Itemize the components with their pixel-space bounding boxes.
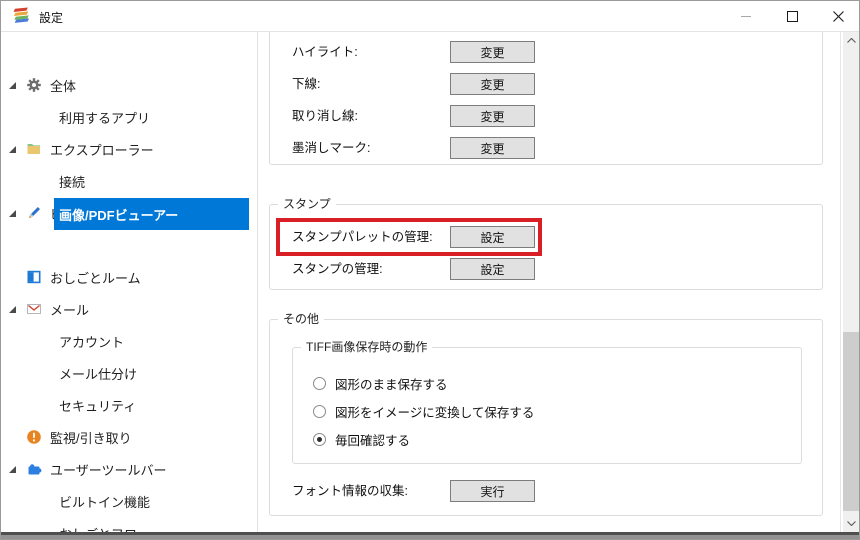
sidebar-item-explorer[interactable]: エクスプローラー: [9, 133, 154, 165]
tree-expanded-arrow-icon[interactable]: [9, 305, 26, 313]
highlight-label: ハイライト:: [292, 45, 358, 59]
sidebar-item-mail[interactable]: メール: [9, 293, 89, 325]
tree-expanded-arrow-icon[interactable]: [9, 209, 26, 217]
close-icon: [832, 10, 844, 22]
tree-arrow-spacer: [9, 434, 26, 441]
other-group: その他 TIFF画像保存時の動作 図形のまま保存する 図形をイメージに変換して保…: [269, 312, 823, 516]
tree-expanded-arrow-icon[interactable]: [9, 81, 26, 89]
radio-option-confirm-every-time[interactable]: 毎回確認する: [313, 428, 410, 450]
stamp-palette-manage-label: スタンプパレットの管理:: [292, 230, 433, 244]
strikethrough-change-button[interactable]: 変更: [450, 105, 535, 127]
alert-icon: [26, 429, 42, 445]
underline-change-button[interactable]: 変更: [450, 73, 535, 95]
stamp-manage-label: スタンプの管理:: [292, 262, 383, 276]
tree-expanded-arrow-icon[interactable]: [9, 465, 26, 473]
gear-icon: [26, 77, 42, 93]
app-logo-icon: [13, 7, 33, 25]
chevron-up-icon: [847, 38, 856, 43]
sidebar-item-user-toolbar[interactable]: ユーザーツールバー: [9, 453, 166, 485]
sidebar-item-monitoring-retrieval[interactable]: 監視/引き取り: [9, 421, 132, 453]
redaction-mark-change-button[interactable]: 変更: [450, 137, 535, 159]
sidebar-item-connection[interactable]: 接続: [59, 165, 85, 197]
tiff-save-behavior-group: TIFF画像保存時の動作 図形のまま保存する 図形をイメージに変換して保存する …: [292, 340, 802, 464]
title-bar[interactable]: 設定: [1, 1, 859, 32]
other-group-title: その他: [278, 312, 325, 327]
puzzle-icon: [26, 461, 42, 477]
settings-window: 設定 全体 利用するアプリ エクスプローラー 接続 画像/PDFビューアー おし…: [0, 0, 860, 540]
chevron-down-icon: [847, 521, 856, 526]
tiff-group-title: TIFF画像保存時の動作: [301, 340, 433, 355]
sidebar-item-mail-sorting[interactable]: メール仕分け: [59, 357, 137, 389]
window-bottom-shadow: [1, 535, 859, 539]
maximize-icon: [786, 10, 798, 22]
radio-unselected-icon[interactable]: [313, 376, 326, 390]
radio-label: 図形をイメージに変換して保存する: [335, 405, 535, 420]
radio-option-keep-shapes[interactable]: 図形のまま保存する: [313, 372, 448, 394]
settings-panel: ハイライト: 変更 下線: 変更 取り消し線: 変更 墨消しマーク: 変更 スタ…: [259, 32, 841, 532]
strikethrough-label: 取り消し線:: [292, 109, 358, 123]
minimize-icon: [741, 15, 751, 17]
maximize-button[interactable]: [769, 1, 815, 31]
radio-selected-icon[interactable]: [313, 432, 326, 446]
sidebar-item-security[interactable]: セキュリティ: [59, 389, 136, 421]
redaction-mark-label: 墨消しマーク:: [292, 141, 371, 155]
sidebar-item-oshigoto-room[interactable]: おしごとルーム: [9, 261, 141, 293]
stamp-group-title: スタンプ: [278, 197, 336, 212]
underline-label: 下線:: [292, 77, 321, 91]
sidebar-item-image-pdf-viewer[interactable]: 画像/PDFビューアー: [54, 198, 249, 230]
sidebar-item-apps-to-use[interactable]: 利用するアプリ: [59, 101, 150, 133]
folder-icon: [26, 141, 42, 157]
annotation-style-group: ハイライト: 変更 下線: 変更 取り消し線: 変更 墨消しマーク: 変更: [269, 32, 823, 165]
sidebar-item-general[interactable]: 全体: [9, 69, 76, 101]
minimize-button[interactable]: [723, 1, 769, 31]
scroll-up-button[interactable]: [843, 32, 859, 49]
stamp-settings-button[interactable]: 設定: [450, 258, 535, 280]
scroll-down-button[interactable]: [843, 515, 859, 532]
settings-nav-tree: 全体 利用するアプリ エクスプローラー 接続 ビューアー 画像/PDFビューアー: [1, 32, 258, 539]
tree-expanded-arrow-icon[interactable]: [9, 145, 26, 153]
stamp-group: スタンプ スタンプパレットの管理: 設定 スタンプの管理: 設定: [269, 197, 823, 290]
scrollbar-thumb[interactable]: [843, 332, 859, 511]
radio-unselected-icon[interactable]: [313, 404, 326, 418]
sidebar-item-builtin-functions[interactable]: ビルトイン機能: [59, 485, 150, 517]
room-icon: [26, 269, 42, 285]
sidebar-item-account[interactable]: アカウント: [59, 325, 124, 357]
window-title: 設定: [39, 11, 64, 25]
radio-label: 図形のまま保存する: [335, 377, 448, 392]
radio-label: 毎回確認する: [335, 433, 411, 448]
font-info-execute-button[interactable]: 実行: [450, 480, 535, 502]
close-button[interactable]: [815, 1, 859, 31]
pencil-icon: [26, 205, 42, 221]
font-info-collect-label: フォント情報の収集:: [292, 484, 408, 498]
vertical-scrollbar[interactable]: [843, 32, 859, 532]
highlight-change-button[interactable]: 変更: [450, 41, 535, 63]
stamp-palette-settings-button[interactable]: 設定: [450, 226, 535, 248]
radio-option-convert-to-image[interactable]: 図形をイメージに変換して保存する: [313, 400, 534, 422]
tree-arrow-spacer: [9, 274, 26, 281]
mail-icon: [26, 301, 42, 317]
